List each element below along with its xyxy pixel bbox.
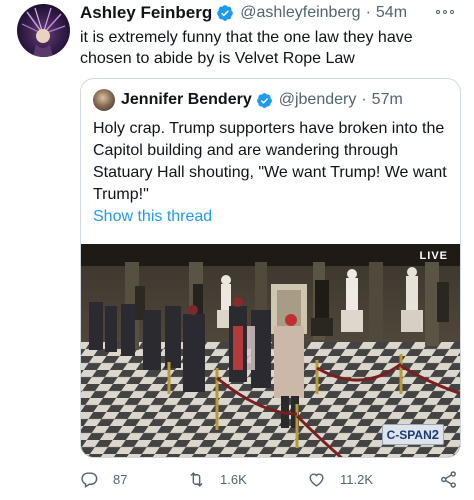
verified-icon [256,92,272,108]
quoted-avatar [93,89,115,111]
quoted-video[interactable]: LIVE C-SPAN2 [81,244,460,457]
separator-dot: · [365,4,371,21]
author-handle[interactable]: @ashleyfeinberg [240,4,360,22]
network-logo: C-SPAN2 [381,424,444,445]
reply-count: 87 [113,471,128,487]
quoted-author-handle: @jbendery [278,91,357,108]
action-bar: 87 1.6K 11.2K [80,466,464,492]
tweet[interactable]: Ashley Feinberg @ashleyfeinberg · 54m it… [0,0,474,500]
share-button[interactable] [439,470,472,489]
quoted-tweet[interactable]: Jennifer Bendery @jbendery · 57m Holy cr… [80,78,461,458]
like-count: 11.2K [340,471,374,487]
tweet-timestamp[interactable]: 54m [376,4,407,22]
network-number: 2 [431,427,439,442]
more-icon[interactable] [436,5,458,19]
show-thread-link[interactable]: Show this thread [93,208,212,226]
retweet-icon [190,471,203,487]
verified-icon [217,5,234,21]
author-avatar[interactable] [17,4,70,57]
tweet-header: Ashley Feinberg @ashleyfeinberg · 54m [80,2,407,24]
separator-dot: · [361,91,367,108]
network-name: C-SPAN [386,428,432,442]
like-icon [309,473,324,487]
like-button[interactable]: 11.2K [307,470,373,489]
quoted-author-name: Jennifer Bendery [121,91,252,108]
quoted-timestamp: 57m [371,91,403,108]
retweet-button[interactable]: 1.6K [187,470,247,489]
live-label: LIVE [419,250,448,262]
author-name[interactable]: Ashley Feinberg [80,3,212,23]
quoted-header: Jennifer Bendery @jbendery · 57m [93,89,403,111]
tweet-text: it is extremely funny that the one law t… [80,29,413,67]
share-icon [441,470,456,488]
retweet-count: 1.6K [220,471,247,487]
reply-button[interactable]: 87 [80,470,127,489]
quoted-text: Holy crap. Trump supporters have broken … [93,120,447,203]
reply-icon [81,471,98,488]
